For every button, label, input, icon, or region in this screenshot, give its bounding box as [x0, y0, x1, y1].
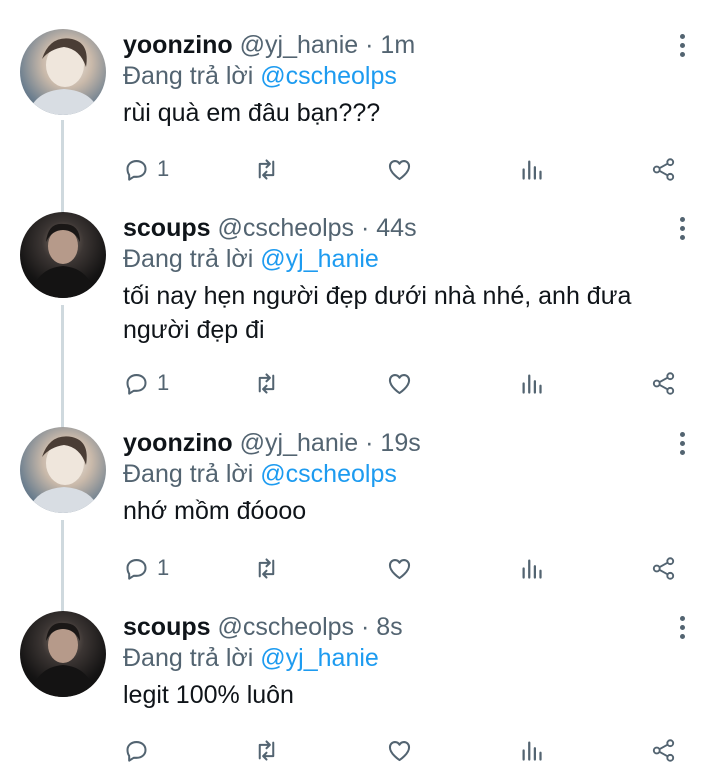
reply-button[interactable]: 1 [123, 368, 169, 398]
analytics-icon [522, 160, 542, 180]
reply-button[interactable] [123, 735, 157, 765]
share-icon [652, 738, 675, 762]
action-bar: 1 [0, 368, 720, 398]
retweet-icon [258, 557, 275, 579]
avatar[interactable] [20, 611, 106, 697]
reply-count: 1 [157, 370, 170, 395]
display-name[interactable]: scoups [123, 214, 211, 242]
analytics-icon [522, 741, 542, 761]
like-icon [388, 373, 411, 394]
replying-to-label: Đang trả lời [123, 245, 254, 273]
retweet-icon [258, 739, 275, 761]
more-icon[interactable] [673, 214, 691, 244]
display-name[interactable]: yoonzino [123, 31, 233, 59]
mention-link[interactable]: @cscheolps [260, 460, 397, 488]
reply-icon [126, 740, 147, 762]
reply-button[interactable]: 1 [123, 154, 169, 184]
more-icon[interactable] [673, 613, 691, 643]
reply-icon [126, 159, 147, 181]
analytics-button[interactable] [518, 553, 545, 583]
timestamp[interactable]: 44s [376, 214, 416, 242]
like-icon [388, 159, 411, 180]
like-icon [388, 740, 411, 761]
tweet-header: scoups @cscheolps · 8s [123, 611, 403, 643]
like-button[interactable] [386, 368, 413, 398]
tweet-text: tối nay hẹn người đẹp dưới nhà nhé, anh … [123, 282, 632, 344]
separator-dot: · [361, 613, 370, 641]
share-icon [652, 556, 675, 580]
like-icon [388, 558, 411, 579]
timestamp[interactable]: 1m [380, 31, 415, 59]
replying-to-label: Đang trả lời [123, 644, 254, 672]
share-icon [652, 157, 675, 181]
separator-dot: · [361, 214, 370, 242]
mention-link[interactable]: @yj_hanie [260, 245, 379, 273]
display-name[interactable]: scoups [123, 613, 211, 641]
retweet-button[interactable] [253, 553, 280, 583]
tweet-header: yoonzino @yj_hanie · 19s [123, 427, 421, 459]
avatar[interactable] [20, 427, 106, 513]
replying-to: Đang trả lời @cscheolps [123, 60, 397, 92]
retweet-icon [258, 158, 275, 180]
replying-to: Đang trả lời @yj_hanie [123, 642, 379, 674]
share-button[interactable] [650, 154, 677, 184]
replying-to: Đang trả lời @cscheolps [123, 458, 397, 490]
analytics-icon [522, 374, 542, 394]
share-button[interactable] [650, 553, 677, 583]
tweet-header: yoonzino @yj_hanie · 1m [123, 29, 415, 61]
retweet-icon [258, 372, 275, 394]
action-bar: 1 [0, 553, 720, 583]
analytics-button[interactable] [518, 368, 545, 398]
tweet-text: rùi quà em đâu bạn??? [123, 99, 381, 127]
share-button[interactable] [650, 368, 677, 398]
share-button[interactable] [650, 735, 677, 765]
separator-dot: · [365, 429, 374, 457]
user-handle[interactable]: @cscheolps [217, 613, 354, 641]
like-button[interactable] [386, 553, 413, 583]
mention-link[interactable]: @cscheolps [260, 62, 397, 90]
user-handle[interactable]: @cscheolps [217, 214, 354, 242]
tweet-text: nhớ mồm đóooo [123, 497, 307, 525]
reply-count: 1 [157, 156, 170, 181]
like-button[interactable] [386, 735, 413, 765]
replying-to: Đang trả lời @yj_hanie [123, 243, 379, 275]
action-bar: 1 [0, 154, 720, 184]
timestamp[interactable]: 19s [380, 429, 420, 457]
display-name[interactable]: yoonzino [123, 429, 233, 457]
analytics-button[interactable] [518, 154, 545, 184]
analytics-button[interactable] [518, 735, 545, 765]
timestamp[interactable]: 8s [376, 613, 402, 641]
action-bar [0, 735, 720, 765]
retweet-button[interactable] [253, 154, 280, 184]
user-handle[interactable]: @yj_hanie [240, 31, 359, 59]
avatar[interactable] [20, 29, 106, 115]
separator-dot: · [365, 31, 374, 59]
retweet-button[interactable] [253, 735, 280, 765]
user-handle[interactable]: @yj_hanie [240, 429, 359, 457]
tweet-text: legit 100% luôn [123, 681, 294, 709]
more-icon[interactable] [673, 31, 691, 61]
reply-icon [126, 558, 147, 580]
reply-button[interactable]: 1 [123, 553, 169, 583]
replying-to-label: Đang trả lời [123, 460, 254, 488]
analytics-icon [522, 559, 542, 579]
reply-count: 1 [157, 555, 170, 580]
retweet-button[interactable] [253, 368, 280, 398]
reply-icon [126, 373, 147, 395]
avatar[interactable] [20, 212, 106, 298]
more-icon[interactable] [673, 429, 691, 459]
tweet-header: scoups @cscheolps · 44s [123, 212, 417, 244]
replying-to-label: Đang trả lời [123, 62, 254, 90]
like-button[interactable] [386, 154, 413, 184]
mention-link[interactable]: @yj_hanie [260, 644, 379, 672]
share-icon [652, 371, 675, 395]
